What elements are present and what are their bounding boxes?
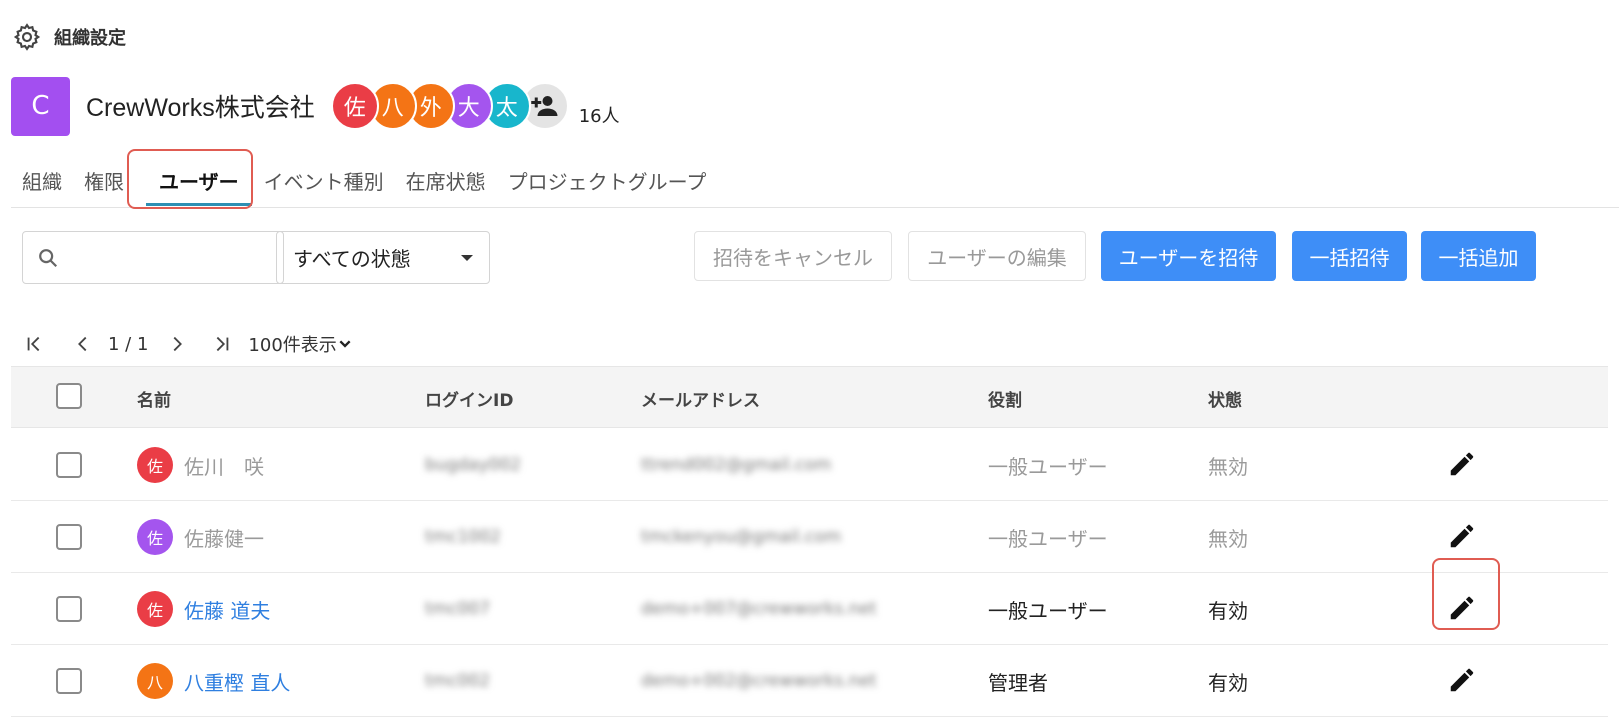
row-checkbox[interactable] <box>56 524 82 550</box>
user-avatar-initial: 佐 <box>146 601 163 620</box>
organization-row: C CrewWorks株式会社 佐八外大太 16人 <box>11 75 620 137</box>
invite-user-button[interactable]: ユーザーを招待 <box>1101 231 1276 281</box>
table-header: 名前 ログインID メールアドレス 役割 状態 <box>11 366 1608 428</box>
table-row[interactable]: 佐 佐藤 道夫 tmc007 demo+007@crewworks.net 一般ユーザー… <box>11 573 1608 645</box>
column-header-role: 役割 <box>988 391 1022 411</box>
user-email: ttrend002@gmail.com <box>641 455 832 475</box>
edit-user-button[interactable] <box>1447 665 1477 695</box>
select-all-checkbox[interactable] <box>56 383 82 409</box>
user-login-id: tmc007 <box>425 599 491 619</box>
tabs-divider <box>11 207 1619 208</box>
tab-3[interactable]: イベント種別 <box>264 160 384 206</box>
pagination: 1 / 1 100件表示 <box>24 330 353 358</box>
tab-1[interactable]: 権限 <box>84 160 124 206</box>
member-count: 16人 <box>578 106 620 127</box>
first-page-icon[interactable] <box>24 333 46 355</box>
user-login-id: bugday002 <box>425 455 522 475</box>
pencil-icon <box>1450 524 1474 548</box>
edit-user-button[interactable] <box>1447 521 1477 551</box>
per-page-select[interactable]: 100件表示 <box>248 331 336 357</box>
search-input[interactable] <box>71 247 261 268</box>
page-indicator: 1 / 1 <box>108 333 149 355</box>
page-title: 組織設定 <box>54 28 126 49</box>
settings-tabs: 組織 権限 ユーザー イベント種別 在席状態 プロジェクトグループ <box>22 160 1619 208</box>
user-status: 無効 <box>1208 455 1248 479</box>
user-role: 管理者 <box>988 671 1048 695</box>
row-checkbox[interactable] <box>56 452 82 478</box>
table-row[interactable]: 佐 佐藤健一 tmc1002 tmckenyou@gmail.com 一般ユーザー 無効 <box>11 501 1608 573</box>
status-filter-select[interactable]: すべての状態 <box>276 231 490 284</box>
user-status: 有効 <box>1208 671 1248 695</box>
member-avatar-initial: 外 <box>419 96 442 121</box>
user-login-id: tmc002 <box>425 671 491 691</box>
table-row[interactable]: 佐 佐川 咲 bugday002 ttrend002@gmail.com 一般ユーザー 無… <box>11 429 1608 501</box>
member-avatar-initial: 八 <box>381 96 404 121</box>
user-avatar: 佐 <box>137 519 173 555</box>
organization-logo: C <box>11 76 70 136</box>
edit-user-button[interactable] <box>1447 593 1477 623</box>
member-avatar-initial: 佐 <box>343 96 366 121</box>
user-status: 無効 <box>1208 527 1248 551</box>
last-page-icon[interactable] <box>210 333 232 355</box>
column-header-name: 名前 <box>137 391 171 411</box>
pencil-icon <box>1450 596 1474 620</box>
user-avatar: 佐 <box>137 591 173 627</box>
user-role: 一般ユーザー <box>988 455 1108 479</box>
edit-user-button[interactable] <box>1447 449 1477 479</box>
user-avatar-initial: 佐 <box>146 457 163 476</box>
user-role: 一般ユーザー <box>988 527 1108 551</box>
pencil-icon <box>1450 668 1474 692</box>
user-name: 佐藤健一 <box>184 527 264 551</box>
tab-0[interactable]: 組織 <box>22 160 62 206</box>
search-icon <box>39 248 58 267</box>
user-avatar: 八 <box>137 663 173 699</box>
bulk-invite-button[interactable]: 一括招待 <box>1292 231 1407 281</box>
organization-initial: C <box>31 91 50 121</box>
tab-5[interactable]: プロジェクトグループ <box>508 160 707 206</box>
status-filter-value: すべての状態 <box>293 247 411 271</box>
column-header-email: メールアドレス <box>641 391 760 411</box>
user-login-id: tmc1002 <box>425 527 501 547</box>
tab-2[interactable]: ユーザー <box>146 160 252 206</box>
edit-users-button[interactable]: ユーザーの編集 <box>908 231 1086 281</box>
page-header: 組織設定 <box>12 22 126 52</box>
caret-down-icon <box>461 254 473 261</box>
column-header-login-id: ログインID <box>425 391 514 411</box>
row-checkbox[interactable] <box>56 596 82 622</box>
table-row[interactable]: 八 八重樫 直人 tmc002 demo+002@crewworks.net 管理者 有効 <box>11 645 1608 717</box>
gear-icon <box>13 23 41 51</box>
member-avatar-initial: 大 <box>457 96 480 121</box>
row-checkbox[interactable] <box>56 668 82 694</box>
column-header-status: 状態 <box>1208 391 1242 411</box>
member-avatar-initial: 太 <box>495 96 518 121</box>
user-email: tmckenyou@gmail.com <box>641 527 842 547</box>
next-page-icon[interactable] <box>166 333 188 355</box>
prev-page-icon[interactable] <box>72 333 94 355</box>
user-email: demo+007@crewworks.net <box>641 599 877 619</box>
member-avatars[interactable]: 佐八外大太 <box>330 82 569 130</box>
tab-4[interactable]: 在席状態 <box>406 160 486 206</box>
user-role: 一般ユーザー <box>988 599 1108 623</box>
user-status: 有効 <box>1208 599 1248 623</box>
user-name[interactable]: 佐藤 道夫 <box>184 595 270 624</box>
user-avatar-initial: 佐 <box>146 529 163 548</box>
cancel-invite-button[interactable]: 招待をキャンセル <box>694 231 892 281</box>
search-field[interactable] <box>22 231 284 284</box>
user-name[interactable]: 八重樫 直人 <box>184 667 290 696</box>
member-avatar[interactable]: 佐 <box>330 82 379 130</box>
chevron-down-icon <box>339 340 351 348</box>
user-email: demo+002@crewworks.net <box>641 671 877 691</box>
add-person-icon <box>530 96 558 116</box>
organization-name: CrewWorks株式会社 <box>86 94 315 122</box>
user-avatar-initial: 八 <box>146 673 163 692</box>
user-name: 佐川 咲 <box>184 455 264 479</box>
pencil-icon <box>1450 452 1474 476</box>
bulk-add-button[interactable]: 一括追加 <box>1421 231 1536 281</box>
user-avatar: 佐 <box>137 447 173 483</box>
